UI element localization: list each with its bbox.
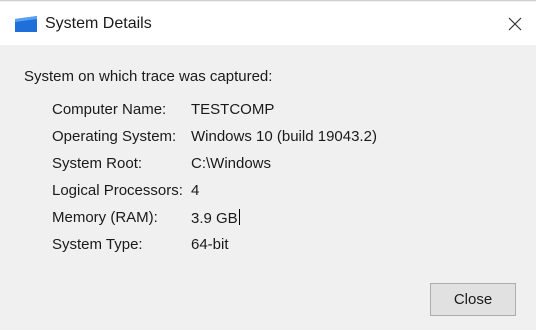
logical-processors-label: Logical Processors: (52, 182, 183, 199)
window-title: System Details (45, 15, 152, 32)
close-icon[interactable] (505, 14, 525, 34)
text-caret (238, 209, 240, 225)
system-root-label: System Root: (52, 155, 143, 172)
title-bar: System Details (0, 2, 536, 45)
system-details-dialog: System Details System on which trace was… (0, 0, 536, 330)
memory-value-container: 3.9 GB (191, 209, 240, 227)
computer-name-label: Computer Name: (52, 101, 167, 118)
memory-value: 3.9 GB (191, 210, 238, 227)
system-type-label: System Type: (52, 236, 143, 253)
operating-system-value: Windows 10 (build 19043.2) (191, 128, 377, 145)
logical-processors-value: 4 (191, 182, 200, 199)
intro-text: System on which trace was captured: (24, 68, 273, 85)
memory-label: Memory (RAM): (52, 209, 158, 226)
computer-name-value: TESTCOMP (191, 101, 275, 118)
operating-system-label: Operating System: (52, 128, 177, 145)
system-type-value: 64-bit (191, 236, 229, 253)
system-details-app-icon (15, 16, 37, 32)
dialog-content: System on which trace was captured: Comp… (0, 45, 536, 331)
system-root-value: C:\Windows (191, 155, 272, 172)
close-button[interactable]: Close (430, 283, 516, 316)
